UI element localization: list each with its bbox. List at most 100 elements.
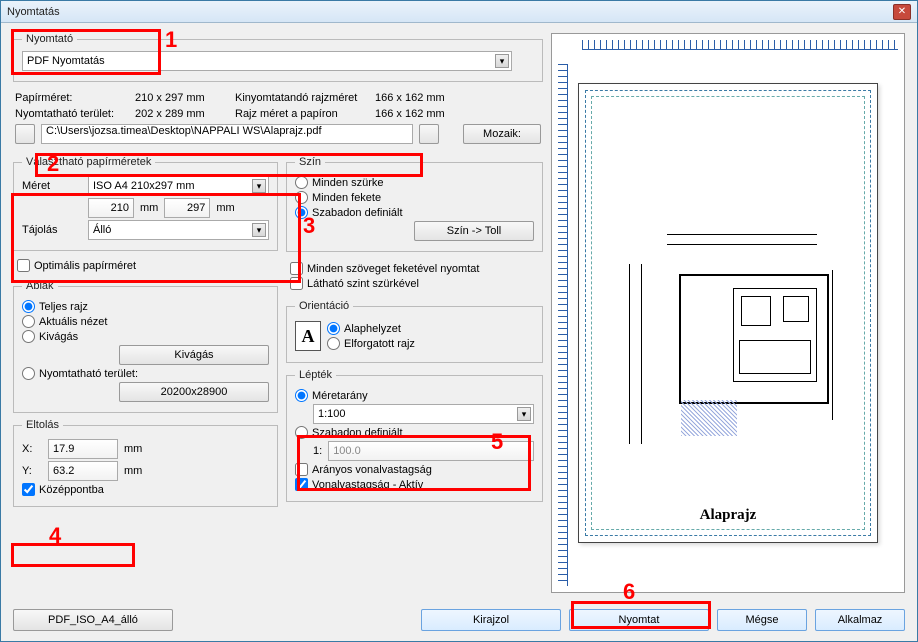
scale-free-label: Szabadon definiált [312, 427, 403, 439]
paper-sizes-legend: Választható papírméretek [22, 156, 155, 168]
proportional-weight-label: Arányos vonalvastagság [312, 464, 432, 476]
offset-legend: Eltolás [22, 419, 63, 431]
scale-select[interactable]: 1:100▾ [313, 404, 534, 424]
black-text-label: Minden szöveget feketével nyomtat [307, 263, 479, 275]
orient-rotated-label: Elforgatott rajz [344, 338, 415, 350]
mm-label: mm [124, 465, 142, 477]
all-gray-radio[interactable] [295, 176, 308, 189]
window-legend: Ablak [22, 280, 58, 292]
optimal-size-checkbox[interactable] [17, 259, 30, 272]
scale-ratio-label: Méretarány [312, 390, 368, 402]
mm-label: mm [140, 202, 158, 214]
free-color-radio[interactable] [295, 206, 308, 219]
free-color-label: Szabadon definiált [312, 207, 403, 219]
print-button[interactable]: Nyomtat [569, 609, 709, 631]
orientation-icon: A [295, 321, 321, 351]
current-view-label: Aktuális nézet [39, 316, 107, 328]
dimensions-button[interactable]: 20200x28900 [119, 382, 269, 402]
scale-legend: Lépték [295, 369, 336, 381]
crop-radio[interactable] [22, 330, 35, 343]
scale-group: Lépték Méretarány 1:100▾ Szabadon defini… [286, 369, 543, 502]
paper-info-grid: Papírméret: 210 x 297 mm Kinyomtatandó r… [15, 92, 541, 120]
cancel-button[interactable]: Mégse [717, 609, 807, 631]
all-black-radio[interactable] [295, 191, 308, 204]
window-title: Nyomtatás [7, 6, 893, 18]
offset-y-input[interactable] [48, 461, 118, 481]
crop-button[interactable]: Kivágás [119, 345, 269, 365]
chevron-down-icon: ▾ [252, 179, 266, 193]
scale-ratio-radio[interactable] [295, 389, 308, 402]
width-input[interactable] [88, 198, 134, 218]
orientation-select[interactable]: Álló ▾ [88, 220, 269, 240]
printer-group: Nyomtató PDF Nyomtatás ▾ [13, 33, 543, 82]
printer-select[interactable]: PDF Nyomtatás ▾ [22, 51, 512, 71]
current-view-radio[interactable] [22, 315, 35, 328]
gray-level-checkbox[interactable] [290, 277, 303, 290]
window-group: Ablak Teljes rajz Aktuális nézet Kivágás… [13, 280, 278, 413]
titlebar: Nyomtatás ✕ [1, 1, 917, 23]
print-area-label: Nyomtatható terület: [15, 108, 135, 120]
chevron-down-icon: ▾ [495, 54, 509, 68]
preset-button[interactable]: PDF_ISO_A4_álló [13, 609, 173, 631]
full-drawing-radio[interactable] [22, 300, 35, 313]
weight-active-checkbox[interactable] [295, 478, 308, 491]
black-text-checkbox[interactable] [290, 262, 303, 275]
offset-y-label: Y: [22, 465, 42, 477]
printarea-radio[interactable] [22, 367, 35, 380]
mm-label: mm [216, 202, 234, 214]
printer-selected: PDF Nyomtatás [27, 55, 105, 67]
print-preview: Alaprajz [551, 33, 905, 593]
apply-button[interactable]: Alkalmaz [815, 609, 905, 631]
weight-active-label: Vonalvastagság - Aktív [312, 479, 423, 491]
preview-page: Alaprajz [578, 83, 878, 543]
path-browse-button[interactable] [15, 124, 35, 144]
orientation-group: Orientáció A Alaphelyzet Elforgatott raj… [286, 300, 543, 363]
printarea-option-label: Nyomtatható terület: [39, 368, 138, 380]
size-label: Méret [22, 180, 82, 192]
draw-paper-value: 166 x 162 mm [375, 108, 475, 120]
draw-size-value: 166 x 162 mm [375, 92, 475, 104]
scale-free-radio[interactable] [295, 426, 308, 439]
center-checkbox[interactable] [22, 483, 35, 496]
mozaik-button[interactable]: Mozaik: [463, 124, 541, 144]
preview-caption: Alaprajz [579, 507, 877, 524]
offset-x-label: X: [22, 443, 42, 455]
orient-default-label: Alaphelyzet [344, 323, 401, 335]
orient-default-radio[interactable] [327, 322, 340, 335]
floorplan-drawing [619, 204, 837, 454]
ruler-horizontal [582, 40, 898, 50]
color-group: Szín Minden szürke Minden fekete Szabado… [286, 156, 543, 252]
chevron-down-icon: ▾ [517, 407, 531, 421]
full-drawing-label: Teljes rajz [39, 301, 88, 313]
optimal-size-label: Optimális papírméret [34, 260, 136, 272]
one-to-label: 1: [313, 445, 322, 457]
print-area-value: 202 x 289 mm [135, 108, 235, 120]
color-to-pen-button[interactable]: Szín -> Toll [414, 221, 534, 241]
crop-label: Kivágás [39, 331, 78, 343]
paper-size-value: 210 x 297 mm [135, 92, 235, 104]
path-extra-button[interactable] [419, 124, 439, 144]
gray-level-label: Látható szint szürkével [307, 278, 419, 290]
output-path-display[interactable]: C:\Users\jozsa.timea\Desktop\NAPPALI WS\… [41, 124, 413, 144]
chevron-down-icon: ▾ [252, 223, 266, 237]
all-black-label: Minden fekete [312, 192, 381, 204]
height-input[interactable] [164, 198, 210, 218]
draw-button[interactable]: Kirajzol [421, 609, 561, 631]
offset-group: Eltolás X: mm Y: mm Középpontba [13, 419, 278, 507]
mm-label: mm [124, 443, 142, 455]
printer-legend: Nyomtató [22, 33, 77, 45]
paper-sizes-group: Választható papírméretek Méret ISO A4 21… [13, 156, 278, 251]
size-select[interactable]: ISO A4 210x297 mm ▾ [88, 176, 269, 196]
scale-free-input[interactable] [328, 441, 534, 461]
center-label: Középpontba [39, 484, 104, 496]
annotation-4: 4 [49, 523, 61, 549]
paper-size-label: Papírméret: [15, 92, 135, 104]
draw-paper-label: Rajz méret a papíron [235, 108, 375, 120]
close-button[interactable]: ✕ [893, 4, 911, 20]
orient-rotated-radio[interactable] [327, 337, 340, 350]
orientation-label: Tájolás [22, 224, 82, 236]
all-gray-label: Minden szürke [312, 177, 384, 189]
offset-x-input[interactable] [48, 439, 118, 459]
ruler-vertical [558, 64, 568, 586]
proportional-weight-checkbox[interactable] [295, 463, 308, 476]
